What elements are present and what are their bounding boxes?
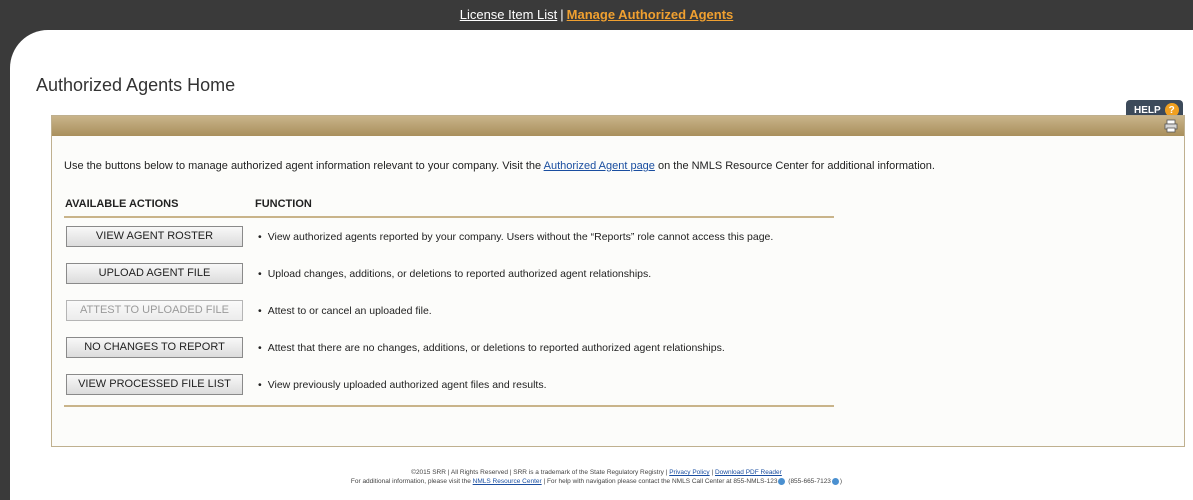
card-header <box>52 116 1184 136</box>
column-header-available-actions: AVAILABLE ACTIONS <box>65 198 179 210</box>
action-row-view-agent-roster: VIEW AGENT ROSTER • View authorized agent… <box>64 218 834 255</box>
action-row-attest-to-uploaded-file: ATTEST TO UPLOADED FILE • Attest to or ca… <box>64 292 834 329</box>
function-description: View previously uploaded authorized agen… <box>267 378 547 391</box>
footer-info-text: For additional information, please visit… <box>350 478 473 485</box>
actions-table-header: AVAILABLE ACTIONS FUNCTION <box>64 198 834 218</box>
privacy-policy-link[interactable]: Privacy Policy <box>669 469 709 476</box>
action-row-upload-agent-file: UPLOAD AGENT FILE • Upload changes, addit… <box>64 255 834 292</box>
footer-line-2: For additional information, please visit… <box>0 477 1193 486</box>
top-navigation: License Item List | Manage Authorized Agen… <box>0 0 1193 32</box>
function-text: • Upload changes, additions, or deletions… <box>258 267 652 280</box>
phone-icon[interactable] <box>778 477 786 485</box>
footer: ©2015 SRR | All Rights Reserved | SRR is… <box>0 468 1193 486</box>
actions-card: Use the buttons below to manage authoriz… <box>51 115 1185 447</box>
download-pdf-reader-link[interactable]: Download PDF Reader <box>715 469 782 476</box>
intro-after-link: on the NMLS Resource Center for addition… <box>654 160 935 172</box>
nav-manage-authorized-agents[interactable]: Manage Authorized Agents <box>567 7 734 22</box>
footer-phone-close: ) <box>839 478 843 485</box>
authorized-agent-page-link[interactable]: Authorized Agent page <box>544 160 655 172</box>
footer-call-center-text: | For help with navigation please contac… <box>541 478 778 485</box>
nav-separator: | <box>560 7 564 22</box>
footer-phone-numeric: (855-665-7123 <box>786 478 831 485</box>
column-header-function: FUNCTION <box>255 198 312 210</box>
upload-agent-file-button[interactable]: UPLOAD AGENT FILE <box>66 263 243 284</box>
nav-license-item-list[interactable]: License Item List <box>460 7 558 22</box>
view-processed-file-list-button[interactable]: VIEW PROCESSED FILE LIST <box>66 374 243 395</box>
intro-text: Use the buttons below to manage authoriz… <box>64 160 935 172</box>
function-description: Attest to or cancel an uploaded file. <box>267 304 432 317</box>
intro-before-link: Use the buttons below to manage authoriz… <box>64 160 544 172</box>
action-row-view-processed-file-list: VIEW PROCESSED FILE LIST • View previousl… <box>64 366 834 403</box>
function-text: • View authorized agents reported by your… <box>258 230 774 243</box>
function-description: View authorized agents reported by your … <box>267 230 774 243</box>
action-row-no-changes-to-report: NO CHANGES TO REPORT • Attest that there … <box>64 329 834 366</box>
function-description: Attest that there are no changes, additi… <box>267 341 725 354</box>
function-description: Upload changes, additions, or deletions … <box>267 267 652 280</box>
view-agent-roster-button[interactable]: VIEW AGENT ROSTER <box>66 226 243 247</box>
print-icon[interactable] <box>1164 119 1178 133</box>
function-text: • Attest that there are no changes, addit… <box>258 341 725 354</box>
function-text: • View previously uploaded authorized age… <box>258 378 547 391</box>
footer-copyright: ©2015 SRR | All Rights Reserved | SRR is… <box>411 469 670 476</box>
footer-line-1: ©2015 SRR | All Rights Reserved | SRR is… <box>0 468 1193 477</box>
page-title: Authorized Agents Home <box>36 75 236 95</box>
phone-icon[interactable] <box>831 477 839 485</box>
function-text: • Attest to or cancel an uploaded file. <box>258 304 432 317</box>
nmls-resource-center-link[interactable]: NMLS Resource Center <box>473 478 542 485</box>
attest-to-uploaded-file-button: ATTEST TO UPLOADED FILE <box>66 300 243 321</box>
actions-table-divider <box>64 405 834 407</box>
help-label: HELP <box>1134 104 1161 116</box>
actions-table: AVAILABLE ACTIONS FUNCTION VIEW AGENT RO… <box>64 198 834 407</box>
no-changes-to-report-button[interactable]: NO CHANGES TO REPORT <box>66 337 243 358</box>
